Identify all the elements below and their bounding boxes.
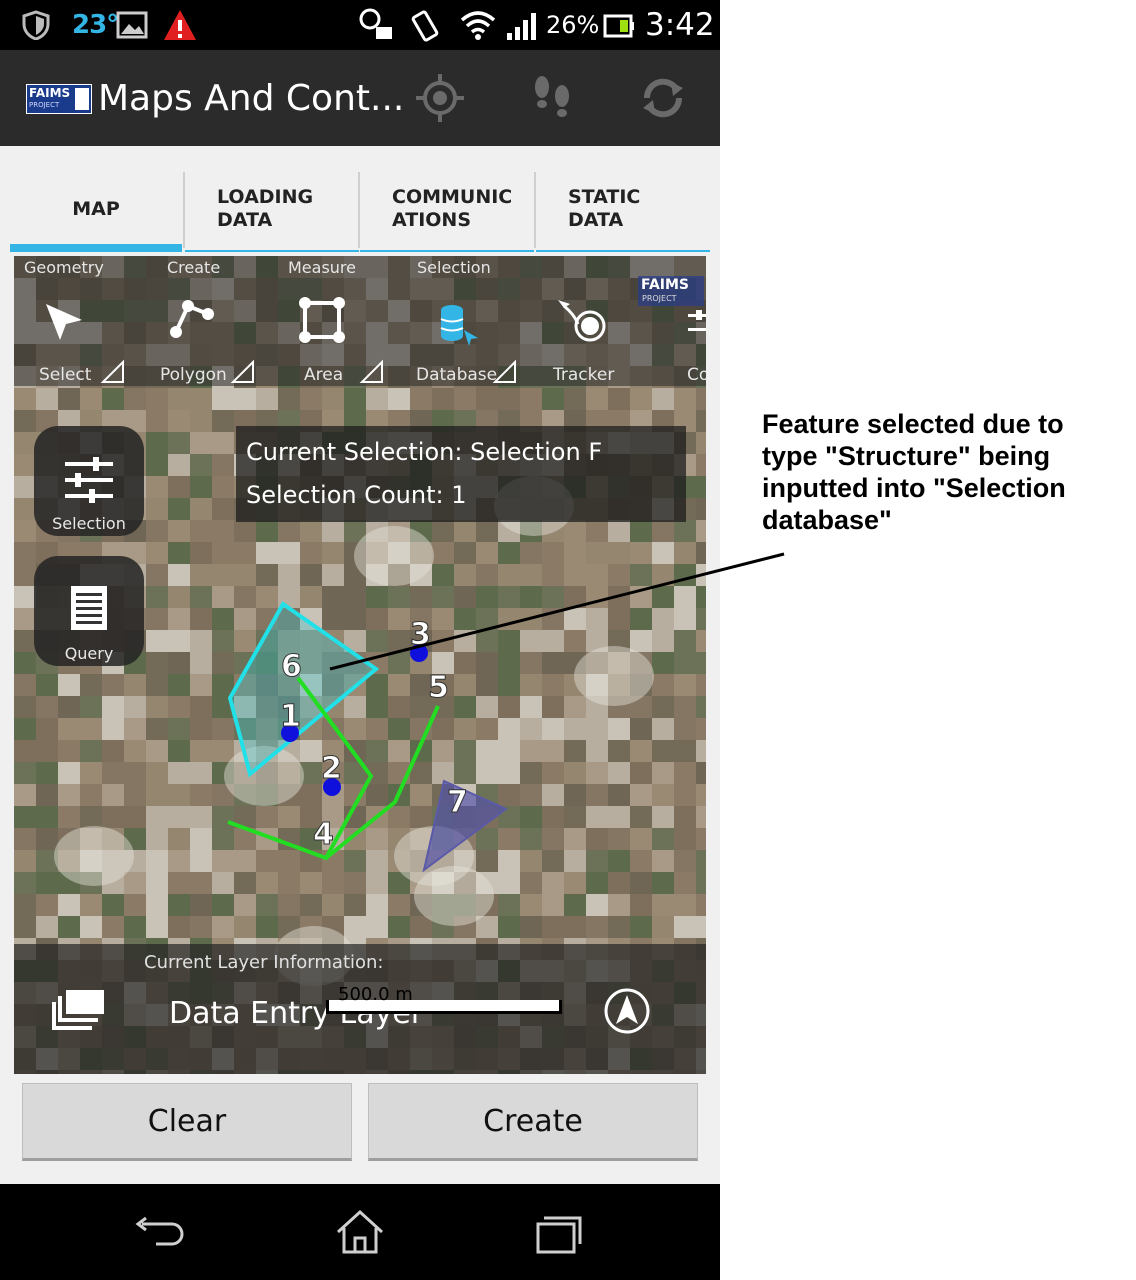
annotation-pointer-line xyxy=(329,552,785,671)
annotation-text: Feature selected due to type "Structure"… xyxy=(762,409,1066,535)
